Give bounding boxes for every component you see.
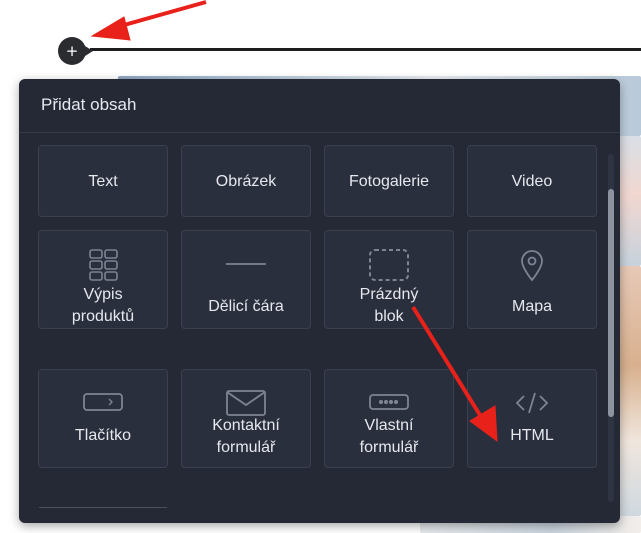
tile-button[interactable]: Tlačítko [38, 369, 168, 468]
button-icon [39, 390, 167, 426]
tile-label: Dělicí čára [208, 298, 284, 315]
tile-map[interactable]: Mapa [467, 230, 597, 329]
next-row-edge [39, 507, 167, 508]
tile-label: HTML [510, 427, 554, 444]
tile-label: Text [88, 173, 118, 190]
tile-video[interactable]: Video [467, 145, 597, 217]
tile-html[interactable]: HTML [467, 369, 597, 468]
scrollbar-thumb[interactable] [608, 189, 614, 417]
tile-custom-form[interactable]: Vlastní formulář [324, 369, 454, 468]
tile-image[interactable]: Obrázek [181, 145, 311, 217]
tile-empty-block[interactable]: Prázdný blok [324, 230, 454, 329]
annotation-arrow-top [90, 0, 207, 41]
grid-icon [39, 247, 167, 283]
divider-line-icon [182, 259, 310, 295]
tile-label: Výpis produktů [71, 286, 135, 325]
map-pin-icon [468, 247, 596, 283]
insertion-line [90, 48, 641, 51]
tile-text[interactable]: Text [38, 145, 168, 217]
tile-product-list[interactable]: Výpis produktů [38, 230, 168, 329]
add-content-panel: Přidat obsah Text Obrázek Fotogalerie Vi… [19, 79, 620, 523]
tile-label: Prázdný blok [359, 286, 419, 325]
add-content-button[interactable]: + [58, 37, 93, 65]
tile-label: Video [511, 173, 553, 190]
tile-label: Kontaktní formulář [212, 417, 280, 456]
tile-label: Tlačítko [74, 427, 131, 444]
tile-label: Mapa [511, 298, 553, 315]
code-icon [468, 390, 596, 426]
panel-title: Přidat obsah [19, 79, 620, 133]
tile-label: Vlastní formulář [359, 417, 419, 456]
dashed-box-icon [325, 247, 453, 283]
tile-gallery[interactable]: Fotogalerie [324, 145, 454, 217]
tile-label: Obrázek [215, 173, 277, 190]
tile-divider[interactable]: Dělicí čára [181, 230, 311, 329]
tile-label: Fotogalerie [348, 173, 430, 190]
tile-contact-form[interactable]: Kontaktní formulář [181, 369, 311, 468]
